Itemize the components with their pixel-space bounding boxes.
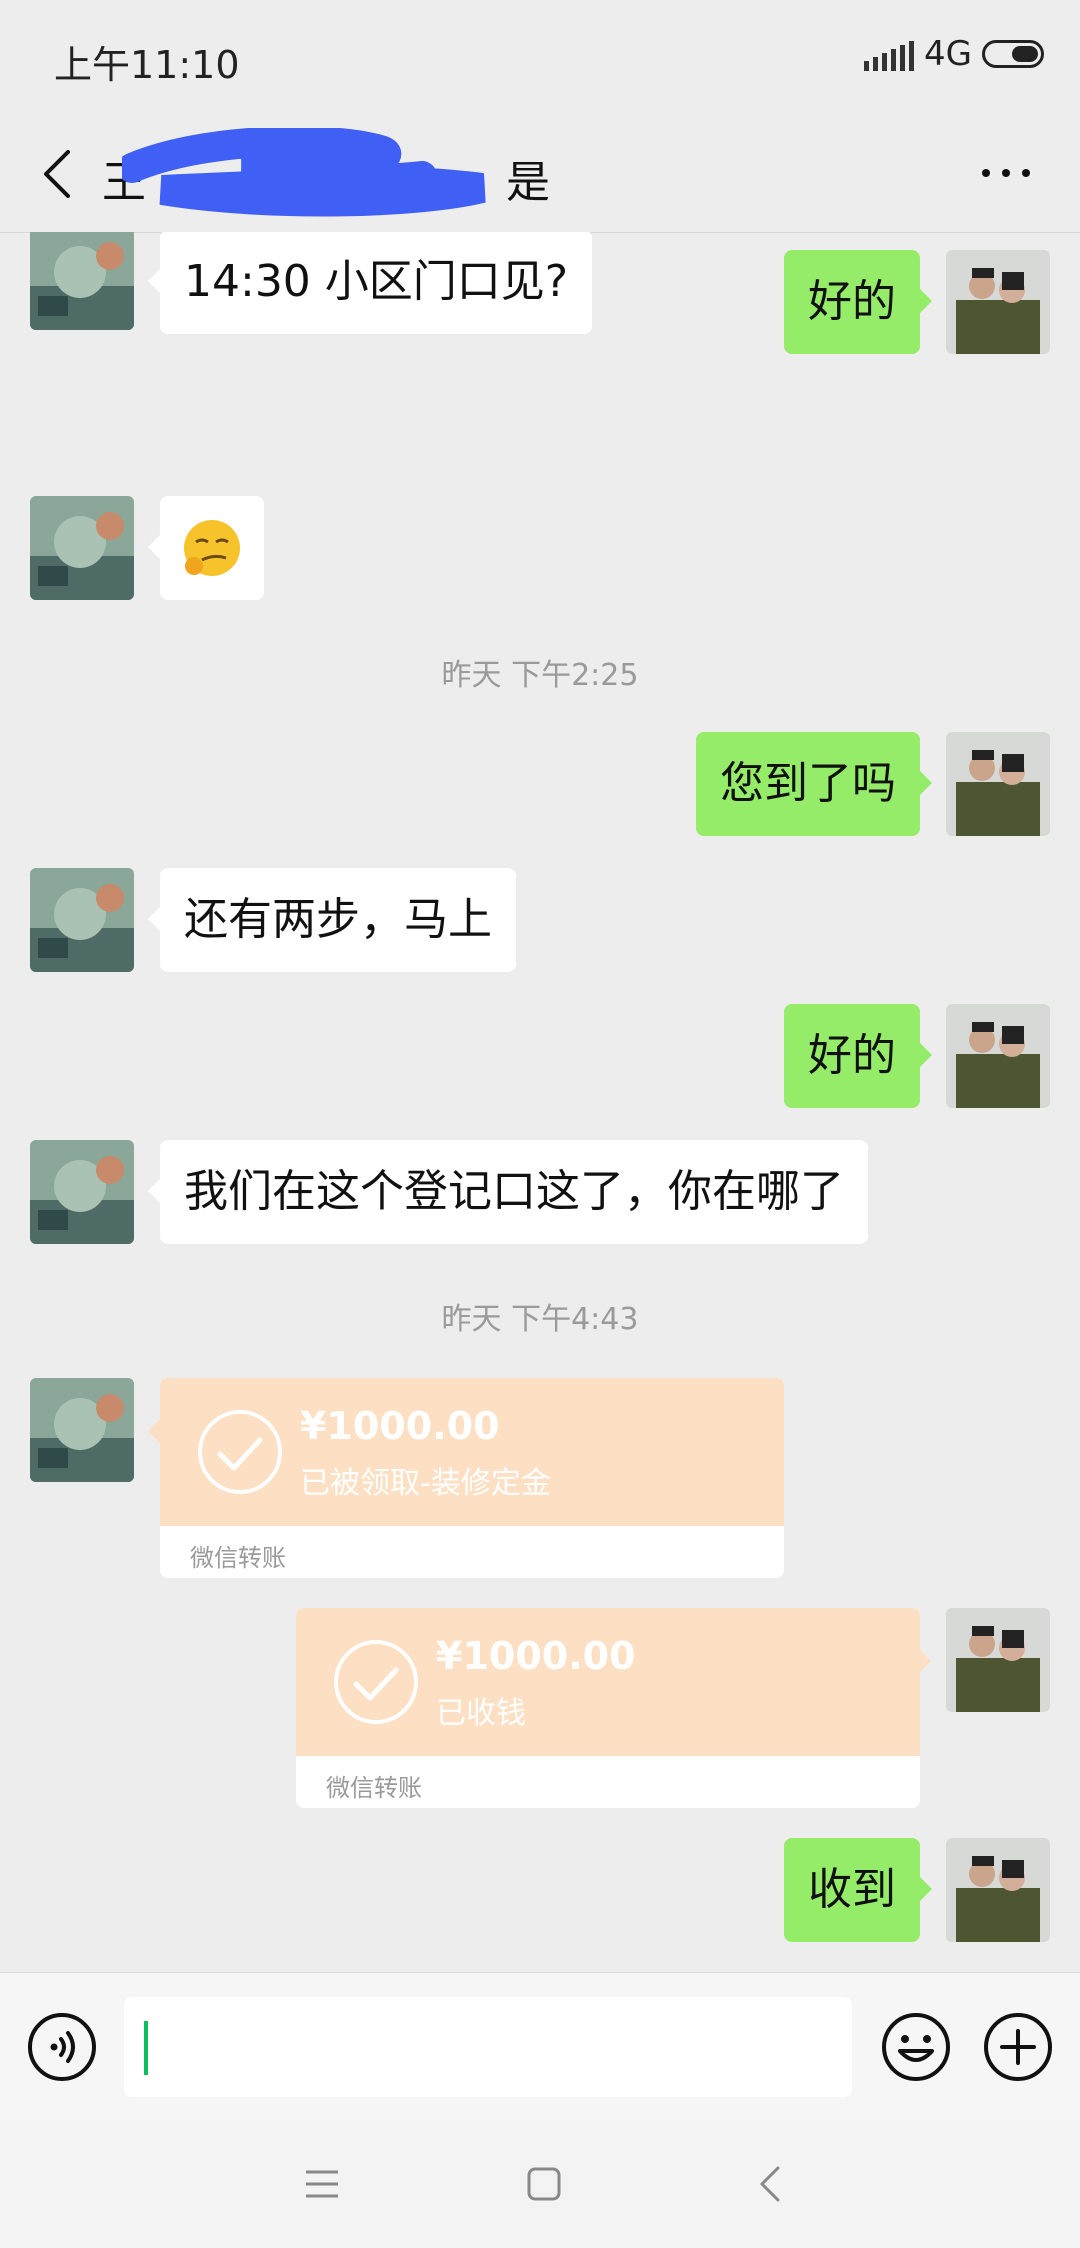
smirk-face-emoji-icon [184,520,240,576]
contact-avatar[interactable] [30,1140,134,1244]
my-avatar[interactable] [946,1004,1050,1108]
emoji-icon[interactable] [880,2011,952,2083]
my-avatar[interactable] [946,1608,1050,1712]
system-back-icon[interactable] [756,2164,784,2204]
recent-apps-icon[interactable] [304,2166,340,2202]
text-cursor [144,2021,148,2075]
message-bubble-incoming[interactable]: 我们在这个登记口这了，你在哪了 [148,1140,868,1244]
transfer-amount: ¥1000.00 [436,1634,636,1678]
contact-avatar[interactable] [30,232,134,330]
message-bubble-outgoing[interactable]: 收到 [784,1838,932,1942]
transfer-footer: 微信转账 [190,1544,286,1572]
contact-avatar[interactable] [30,496,134,600]
signal-icon [864,37,915,71]
status-bar: 上午11:10 4G [0,0,1080,118]
transfer-status: 已被领取-装修定金 [300,1466,551,1501]
message-bubble-outgoing[interactable]: 好的 [784,1004,932,1108]
status-time: 上午11:10 [54,43,240,87]
more-options-icon[interactable] [980,158,1032,188]
chat-title-last: 是 [506,157,550,208]
contact-avatar[interactable] [30,1378,134,1482]
transfer-card-incoming[interactable]: ¥1000.00 已被领取-装修定金 微信转账 [160,1378,784,1578]
transfer-card-outgoing[interactable]: ¥1000.00 已收钱 微信转账 [296,1608,920,1808]
check-circle-icon [334,1640,418,1724]
home-icon[interactable] [526,2166,562,2202]
chat-header: 王是 [0,118,1080,233]
transfer-footer: 微信转账 [326,1774,422,1802]
time-separator: 昨天 下午4:43 [441,1302,639,1337]
my-avatar[interactable] [946,250,1050,354]
system-nav-bar [0,2120,1080,2248]
battery-icon [982,40,1044,68]
message-bubble-outgoing[interactable]: 好的 [784,250,932,354]
chat-history[interactable]: 14:30 小区门口见? 好的 昨天 下午2:25 您到了吗 还有两步，马上 好… [0,232,1080,1972]
redaction-scribble [122,128,486,217]
my-avatar[interactable] [946,1838,1050,1942]
status-icons: 4G [864,34,1044,74]
network-label: 4G [924,34,972,74]
transfer-status: 已收钱 [436,1696,526,1731]
message-bubble-incoming[interactable]: 14:30 小区门口见? [147,232,593,334]
time-separator: 昨天 下午2:25 [441,658,639,693]
plus-icon[interactable] [982,2011,1054,2083]
my-avatar[interactable] [946,732,1050,836]
message-input[interactable] [124,1997,852,2097]
message-bubble-incoming[interactable]: 还有两步，马上 [148,868,516,972]
voice-input-icon[interactable] [26,2011,98,2083]
message-bubble-outgoing[interactable]: 您到了吗 [696,732,932,836]
message-bubble-incoming[interactable] [148,496,264,600]
check-circle-icon [198,1410,282,1494]
transfer-amount: ¥1000.00 [300,1404,500,1448]
input-bar [0,1972,1080,2121]
back-arrow-icon[interactable] [36,146,80,202]
contact-avatar[interactable] [30,868,134,972]
